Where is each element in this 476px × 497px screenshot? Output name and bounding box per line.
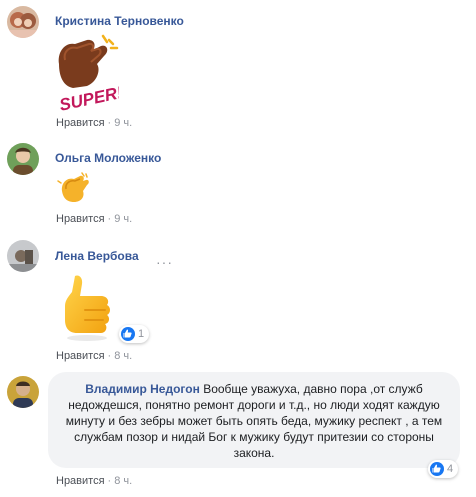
like-reaction-icon	[121, 327, 135, 341]
comment-meta: Нравится · 8 ч.	[56, 350, 132, 362]
comment-author[interactable]: Ольга Моложенко	[55, 151, 161, 165]
like-reaction-icon	[430, 462, 444, 476]
separator: ·	[107, 475, 112, 487]
avatar[interactable]	[7, 6, 39, 38]
clapping-hands-emoji	[57, 171, 91, 205]
comment-meta: Нравится · 9 ч.	[56, 117, 132, 129]
comment-meta: Нравится · 9 ч.	[56, 213, 132, 225]
separator: ·	[107, 213, 112, 225]
reaction-count-text: 4	[447, 463, 454, 475]
more-options-icon[interactable]: ···	[156, 254, 173, 270]
sticker-super-text: SUPER!	[58, 83, 119, 112]
timestamp[interactable]: 8 ч.	[114, 475, 132, 487]
like-link[interactable]: Нравится	[56, 213, 105, 225]
separator: ·	[107, 117, 112, 129]
comment-meta: Нравится · 8 ч.	[56, 475, 132, 487]
timestamp[interactable]: 9 ч.	[114, 213, 132, 225]
comment-text: Владимир Недогон Вообще уважуха, давно п…	[58, 381, 450, 461]
timestamp[interactable]: 9 ч.	[114, 117, 132, 129]
thumbs-up-sticker	[55, 272, 117, 342]
separator: ·	[107, 350, 112, 362]
avatar[interactable]	[7, 143, 39, 175]
comment-author[interactable]: Кристина Терновенко	[55, 14, 184, 28]
reaction-count[interactable]: 4	[428, 460, 459, 478]
like-link[interactable]: Нравится	[56, 117, 105, 129]
like-link[interactable]: Нравится	[56, 350, 105, 362]
reaction-count[interactable]: 1	[119, 325, 150, 343]
like-link[interactable]: Нравится	[56, 475, 105, 487]
comment-author[interactable]: Лена Вербова	[55, 249, 139, 263]
avatar[interactable]	[7, 376, 39, 408]
avatar[interactable]	[7, 240, 39, 272]
comment-author[interactable]: Владимир Недогон	[85, 382, 200, 396]
timestamp[interactable]: 8 ч.	[114, 350, 132, 362]
clapping-super-sticker: SUPER!	[53, 34, 125, 115]
reaction-count-text: 1	[138, 328, 145, 340]
